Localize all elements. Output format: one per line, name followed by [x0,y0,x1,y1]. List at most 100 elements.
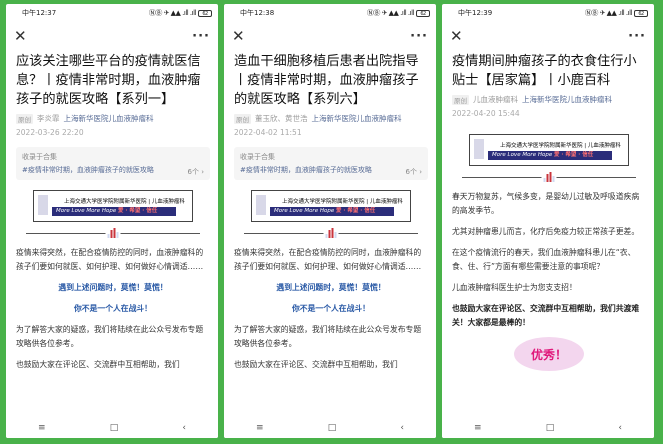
banner-slogan-tail: 爱 · 希望 · 信任 [553,152,594,158]
banner-slogan: More Love More Hope [492,152,553,158]
paragraph: 疫情来得突然，在配合疫情防控的同时，血液肿瘤科的孩子们要如何就医、如何护理、如何… [234,248,422,271]
top-nav: ✕ ··· [442,26,654,46]
paragraph: 尤其对肿瘤患儿而言，化疗后免疫力较正常孩子更差。 [452,227,640,236]
paragraph: 为了解答大家的疑惑，我们将陆续在此公众号发布专题攻略供各位参考。 [16,325,204,348]
original-tag: 原创 [234,113,251,124]
top-nav: ✕ ··· [6,26,218,46]
paragraph: 也鼓励大家在评论区、交流群中互相帮助，我们 [234,360,398,369]
banner-line2: More Love More Hope 爱 · 希望 · 信任 [488,151,612,160]
paragraph: 也鼓励大家在评论区、交流群中互相帮助，我们 [16,360,180,369]
battery-icon: 62 [634,9,648,17]
paragraph: 你不是一个人在战斗！ [292,304,370,313]
signal-icons: ⓃⒷ ✈ ▲▲ .ıll .ıll [366,9,415,17]
collection-count[interactable]: 6个 › [188,167,204,177]
article-body: 疫情来得突然，在配合疫情防控的同时，血液肿瘤科的孩子们要如何就医、如何护理、如何… [16,246,210,372]
close-icon[interactable]: ✕ [232,28,245,44]
paragraph: 为了解答大家的疑惑，我们将陆续在此公众号发布专题攻略供各位参考。 [234,325,422,348]
excellent-sticker: 优秀！ [514,337,584,371]
section-divider [244,228,418,238]
battery-icon: 62 [198,9,212,17]
paragraph: 遇到上述问题时，莫慌！莫慌！ [58,283,168,292]
collection-count[interactable]: 6个 › [406,167,422,177]
collection-label: 收录于合集 [240,153,275,161]
paragraph: 疫情来得突然，在配合疫情防控的同时，血液肿瘤科的孩子们要如何就医、如何护理、如何… [16,248,204,271]
paragraph: 在这个疫情流行的春天，我们血液肿瘤科患儿在“衣、食、住、行”方面有哪些需要注意的… [452,248,636,271]
status-time: 中午12:37 [22,9,57,17]
banner-line2: More Love More Hope 爱 · 希望 · 信任 [270,207,394,216]
article-title: 造血干细胞移植后患者出院指导丨疫情非常时期，血液肿瘤孩子的就医攻略【系列六】 [234,54,419,107]
status-bar: 中午12:38 ⓃⒷ ✈ ▲▲ .ıll .ıll 62 [224,4,436,22]
more-icon[interactable]: ··· [628,29,646,44]
menu-icon[interactable]: ≡ [38,423,46,433]
close-icon[interactable]: ✕ [450,28,463,44]
article: 造血干细胞移植后患者出院指导丨疫情非常时期，血液肿瘤孩子的就医攻略【系列六】 原… [234,52,428,379]
publish-date: 2022-03-26 22:20 [16,128,84,137]
banner-slogan-tail: 爱 · 希望 · 信任 [117,208,158,214]
collection-name[interactable]: #疫情非常时期，血液肿瘤孩子的就医攻略 [240,165,390,175]
article-title: 应该关注哪些平台的疫情就医信息？丨疫情非常时期，血液肿瘤孩子的就医攻略【系列一】 [16,54,201,107]
author-name: 董玉欣、黄世浩 [255,114,308,123]
banner-line1: 上海交通大学医学院附属新华医院 | 儿血液肿瘤科 [500,143,621,149]
hospital-banner: 上海交通大学医学院附属新华医院 | 儿血液肿瘤科 More Love More … [469,134,629,166]
original-tag: 原创 [452,94,469,105]
system-nav-bar: ≡ □ ‹ [442,418,654,438]
banner-line1: 上海交通大学医学院附属新华医院 | 儿血液肿瘤科 [64,199,185,205]
phone-screen-3: 中午12:39 ⓃⒷ ✈ ▲▲ .ıll .ıll 62 ✕ ··· 疫情期间肿… [442,4,654,438]
status-bar: 中午12:37 ⓃⒷ ✈ ▲▲ .ıll .ıll 62 [6,4,218,22]
paragraph: 也鼓励大家在评论区、交流群中互相帮助，我们共渡难关！大家都是最棒的！ [452,304,640,327]
system-nav-bar: ≡ □ ‹ [6,418,218,438]
article-title: 疫情期间肿瘤孩子的衣食住行小贴士【居家篇】丨小鹿百科 [452,54,637,88]
status-time: 中午12:39 [458,9,493,17]
signal-icons: ⓃⒷ ✈ ▲▲ .ıll .ıll [584,9,633,17]
status-bar: 中午12:39 ⓃⒷ ✈ ▲▲ .ıll .ıll 62 [442,4,654,22]
original-tag: 原创 [16,113,33,124]
banner-line2: More Love More Hope 爱 · 希望 · 信任 [52,207,176,216]
home-icon[interactable]: □ [328,423,337,433]
home-icon[interactable]: □ [110,423,119,433]
more-icon[interactable]: ··· [192,29,210,44]
menu-icon[interactable]: ≡ [474,423,482,433]
article: 应该关注哪些平台的疫情就医信息？丨疫情非常时期，血液肿瘤孩子的就医攻略【系列一】… [16,52,210,379]
publish-date: 2022-04-02 11:51 [234,128,302,137]
author-name: 李炎霏 [37,114,60,123]
paragraph: 儿血液肿瘤科医生护士为您支支招！ [452,283,577,292]
collection-card[interactable]: 收录于合集 #疫情非常时期，血液肿瘤孩子的就医攻略 6个 › [234,147,428,180]
paragraph: 春天万物复苏，气候多变，是婴幼儿过敏及呼吸道疾病的高发季节。 [452,192,640,215]
collection-label: 收录于合集 [22,153,57,161]
article-body: 疫情来得突然，在配合疫情防控的同时，血液肿瘤科的孩子们要如何就医、如何护理、如何… [234,246,428,372]
battery-icon: 62 [416,9,430,17]
publish-date: 2022-04-20 15:44 [452,109,520,118]
phone-screen-1: 中午12:37 ⓃⒷ ✈ ▲▲ .ıll .ıll 62 ✕ ··· 应该关注哪… [6,4,218,438]
back-icon[interactable]: ‹ [182,423,186,433]
article: 疫情期间肿瘤孩子的衣食住行小贴士【居家篇】丨小鹿百科 原创 儿血液肿瘤科 上海新… [452,52,646,371]
status-time: 中午12:38 [240,9,275,17]
author-name: 儿血液肿瘤科 [473,95,518,104]
banner-slogan-tail: 爱 · 希望 · 信任 [335,208,376,214]
hospital-banner: 上海交通大学医学院附属新华医院 | 儿血液肿瘤科 More Love More … [251,190,411,222]
banner-line1: 上海交通大学医学院附属新华医院 | 儿血液肿瘤科 [282,199,403,205]
hospital-banner: 上海交通大学医学院附属新华医院 | 儿血液肿瘤科 More Love More … [33,190,193,222]
signal-icons: ⓃⒷ ✈ ▲▲ .ıll .ıll [148,9,197,17]
back-icon[interactable]: ‹ [618,423,622,433]
section-divider [26,228,200,238]
collection-name[interactable]: #疫情非常时期，血液肿瘤孩子的就医攻略 [22,165,172,175]
home-icon[interactable]: □ [546,423,555,433]
account-link[interactable]: 上海新华医院儿血液肿瘤科 [522,94,612,105]
top-nav: ✕ ··· [224,26,436,46]
paragraph: 遇到上述问题时，莫慌！莫慌！ [276,283,386,292]
account-link[interactable]: 上海新华医院儿血液肿瘤科 [312,113,402,124]
collection-card[interactable]: 收录于合集 #疫情非常时期，血液肿瘤孩子的就医攻略 6个 › [16,147,210,180]
banner-deco [256,195,266,215]
banner-deco [38,195,48,215]
account-link[interactable]: 上海新华医院儿血液肿瘤科 [64,113,154,124]
more-icon[interactable]: ··· [410,29,428,44]
back-icon[interactable]: ‹ [400,423,404,433]
menu-icon[interactable]: ≡ [256,423,264,433]
banner-slogan: More Love More Hope [56,208,117,214]
article-body: 春天万物复苏，气候多变，是婴幼儿过敏及呼吸道疾病的高发季节。 尤其对肿瘤患儿而言… [452,190,646,330]
banner-deco [474,139,484,159]
banner-slogan: More Love More Hope [274,208,335,214]
section-divider [462,172,636,182]
paragraph: 你不是一个人在战斗！ [74,304,152,313]
close-icon[interactable]: ✕ [14,28,27,44]
